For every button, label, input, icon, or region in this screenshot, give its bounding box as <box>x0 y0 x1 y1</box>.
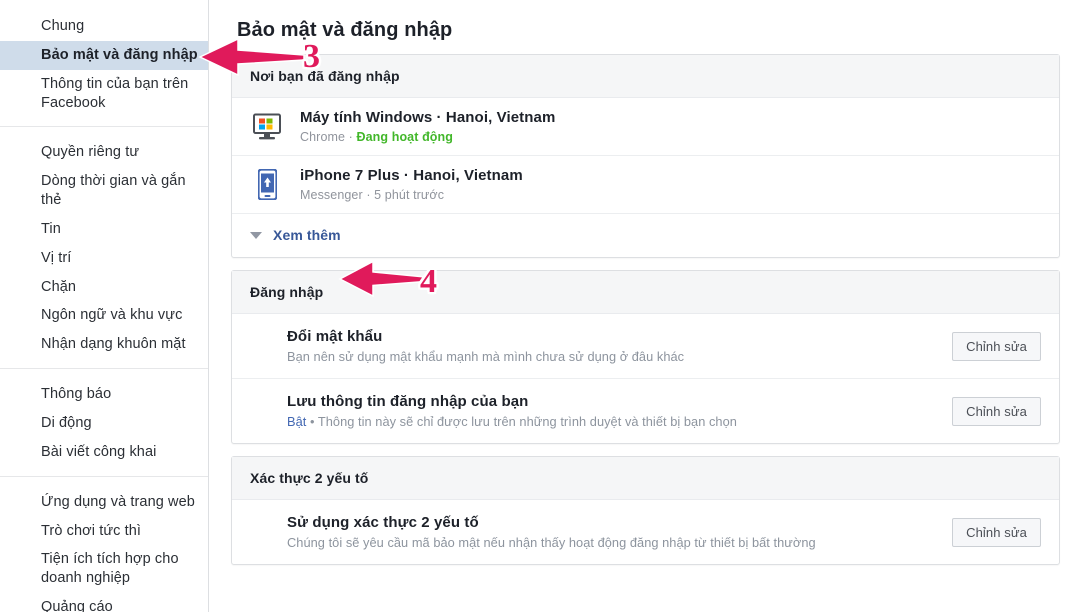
sidebar-group-3: Thông báo Di động Bài viết công khai <box>0 368 208 467</box>
annotation-number-4: 4 <box>420 263 437 300</box>
edit-button[interactable]: Chỉnh sửa <box>952 331 1041 361</box>
chevron-down-icon <box>250 231 262 239</box>
device-row[interactable]: Máy tính Windows · Hanoi, Vietnam Chrome… <box>232 98 1059 156</box>
sidebar-item-quang-cao[interactable]: Quảng cáo <box>0 593 208 612</box>
setting-row-save-login-info: Lưu thông tin đăng nhập của bạn Bật • Th… <box>232 379 1059 443</box>
card-header-login: Đăng nhập <box>232 271 1059 314</box>
setting-state[interactable]: Bật <box>287 414 306 429</box>
setting-text: Đổi mật khẩu Bạn nên sử dụng mật khẩu mạ… <box>287 328 952 364</box>
sidebar-group-1: Chung Bảo mật và đăng nhập Thông tin của… <box>0 12 208 117</box>
card-header-two-factor: Xác thực 2 yếu tố <box>232 457 1059 500</box>
sidebar-item-thong-tin-cua-ban-tren-facebook[interactable]: Thông tin của bạn trên Facebook <box>0 70 208 118</box>
setting-text: Lưu thông tin đăng nhập của bạn Bật • Th… <box>287 393 952 429</box>
setting-state-separator: • <box>309 414 318 429</box>
sidebar-item-tien-ich-tich-hop-cho-doanh-nghiep[interactable]: Tiện ích tích hợp cho doanh nghiệp <box>0 545 208 593</box>
setting-row-use-two-factor: Sử dụng xác thực 2 yếu tố Chúng tôi sẽ y… <box>232 500 1059 564</box>
sidebar-item-chung[interactable]: Chung <box>0 12 208 41</box>
sidebar-item-bai-viet-cong-khai[interactable]: Bài viết công khai <box>0 438 208 467</box>
device-info: Máy tính Windows · Hanoi, Vietnam Chrome… <box>300 109 1041 144</box>
facebook-settings-page: Chung Bảo mật và đăng nhập Thông tin của… <box>0 0 1080 612</box>
iphone-icon <box>250 168 284 202</box>
see-more-row[interactable]: Xem thêm <box>232 214 1059 257</box>
edit-button[interactable]: Chỉnh sửa <box>952 396 1041 426</box>
setting-description: Bạn nên sử dụng mật khẩu mạnh mà mình ch… <box>287 349 685 364</box>
sidebar-item-di-dong[interactable]: Di động <box>0 409 208 438</box>
device-title: Máy tính Windows · Hanoi, Vietnam <box>300 109 556 126</box>
sidebar-item-vi-tri[interactable]: Vị trí <box>0 244 208 273</box>
page-title: Bảo mật và đăng nhập <box>237 19 453 41</box>
device-app: Messenger <box>300 188 363 202</box>
sidebar-item-thong-bao[interactable]: Thông báo <box>0 380 208 409</box>
device-status: 5 phút trước <box>374 188 445 202</box>
setting-title: Sử dụng xác thực 2 yếu tố <box>287 514 479 531</box>
setting-description-text: Thông tin này sẽ chỉ được lưu trên những… <box>317 414 737 429</box>
sidebar-item-bao-mat-va-dang-nhap[interactable]: Bảo mật và đăng nhập <box>0 40 208 70</box>
setting-description: Bật • Thông tin này sẽ chỉ được lưu trên… <box>287 414 936 429</box>
sidebar-item-tin[interactable]: Tin <box>0 215 208 244</box>
device-meta: Messenger · 5 phút trước <box>300 188 1041 202</box>
sidebar-item-nhan-dang-khuon-mat[interactable]: Nhận dạng khuôn mặt <box>0 330 208 359</box>
card-header-login-locations: Nơi bạn đã đăng nhập <box>232 55 1059 98</box>
sidebar-item-quyen-rieng-tu[interactable]: Quyền riêng tư <box>0 138 208 167</box>
see-more-link[interactable]: Xem thêm <box>273 227 341 243</box>
sidebar-item-ung-dung-va-trang-web[interactable]: Ứng dụng và trang web <box>0 488 208 517</box>
windows-desktop-icon <box>250 110 284 144</box>
device-status: Đang hoạt động <box>356 130 454 144</box>
setting-title: Đổi mật khẩu <box>287 328 383 345</box>
sidebar-item-ngon-ngu-va-khu-vuc[interactable]: Ngôn ngữ và khu vực <box>0 301 208 330</box>
device-title: iPhone 7 Plus · Hanoi, Vietnam <box>300 167 523 184</box>
annotation-number-3: 3 <box>303 38 320 75</box>
settings-sidebar: Chung Bảo mật và đăng nhập Thông tin của… <box>0 0 209 612</box>
device-row[interactable]: iPhone 7 Plus · Hanoi, Vietnam Messenger… <box>232 156 1059 214</box>
sidebar-group-4: Ứng dụng và trang web Trò chơi tức thì T… <box>0 475 208 612</box>
sidebar-item-chan[interactable]: Chặn <box>0 273 208 302</box>
setting-description: Chúng tôi sẽ yêu cầu mã bảo mật nếu nhận… <box>287 535 816 550</box>
card-login-locations: Nơi bạn đã đăng nhập Máy tính Windows · … <box>231 54 1060 258</box>
device-meta-separator: · <box>348 130 353 144</box>
device-info: iPhone 7 Plus · Hanoi, Vietnam Messenger… <box>300 167 1041 202</box>
setting-text: Sử dụng xác thực 2 yếu tố Chúng tôi sẽ y… <box>287 514 952 550</box>
device-app: Chrome <box>300 130 346 144</box>
device-meta-separator: · <box>366 188 371 202</box>
setting-title: Lưu thông tin đăng nhập của bạn <box>287 393 529 410</box>
settings-main-content: Bảo mật và đăng nhập Nơi bạn đã đăng nhậ… <box>209 0 1080 612</box>
card-two-factor: Xác thực 2 yếu tố Sử dụng xác thực 2 yếu… <box>231 456 1060 565</box>
device-meta: Chrome · Đang hoạt động <box>300 130 1041 144</box>
sidebar-item-dong-thoi-gian-va-gan-the[interactable]: Dòng thời gian và gắn thẻ <box>0 167 208 215</box>
sidebar-group-2: Quyền riêng tư Dòng thời gian và gắn thẻ… <box>0 126 208 359</box>
sidebar-item-tro-choi-tuc-thi[interactable]: Trò chơi tức thì <box>0 517 208 546</box>
card-login: Đăng nhập Đổi mật khẩu Bạn nên sử dụng m… <box>231 270 1060 444</box>
setting-row-change-password: Đổi mật khẩu Bạn nên sử dụng mật khẩu mạ… <box>232 314 1059 379</box>
edit-button[interactable]: Chỉnh sửa <box>952 517 1041 547</box>
